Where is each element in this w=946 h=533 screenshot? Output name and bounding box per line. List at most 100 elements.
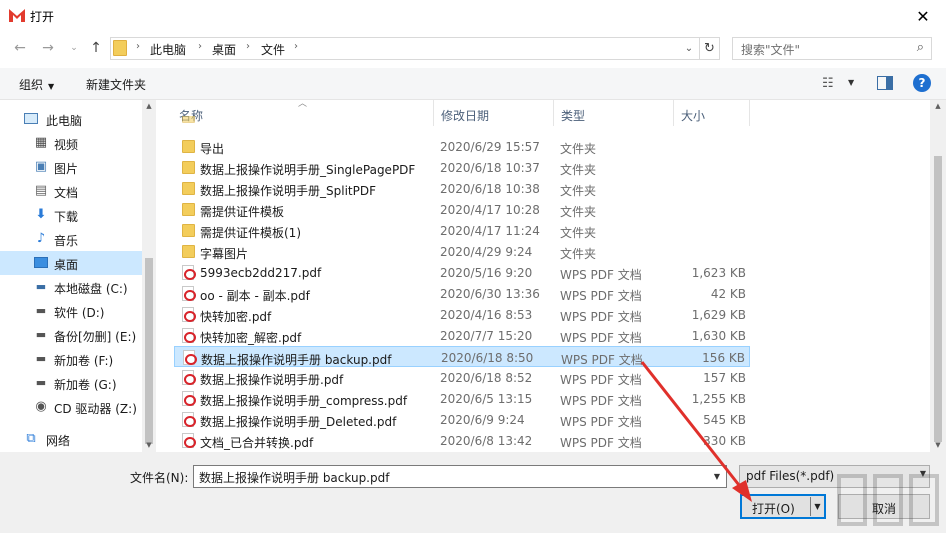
file-name: 快转加密_解密.pdf xyxy=(200,331,302,345)
file-date: 2020/4/17 11:24 xyxy=(440,224,540,238)
view-options-icon[interactable]: ☷ xyxy=(822,76,834,91)
list-item[interactable]: 导出 2020/6/29 15:57 文件夹 xyxy=(174,136,750,157)
file-type: WPS PDF 文档 xyxy=(560,436,642,450)
pdf-file-icon xyxy=(183,350,197,365)
cd-drive-icon: ◉ xyxy=(35,399,47,414)
sidebar-item-documents[interactable]: ▤ 文档 xyxy=(0,179,142,203)
sidebar-item-label: 网络 xyxy=(46,434,71,448)
list-item[interactable]: 字幕图片 2020/4/29 9:24 文件夹 xyxy=(174,241,750,262)
sidebar-item-label: 桌面 xyxy=(54,258,79,272)
recent-dropdown-icon[interactable]: ⌄ xyxy=(64,40,84,56)
preview-pane-icon[interactable] xyxy=(877,76,893,90)
file-type: 文件夹 xyxy=(560,226,597,240)
file-date: 2020/6/29 15:57 xyxy=(440,140,540,154)
sidebar-scroll-thumb[interactable] xyxy=(145,258,153,444)
file-name: 数据上报操作说明手册_Deleted.pdf xyxy=(200,415,397,429)
breadcrumb-files[interactable]: 文件 xyxy=(261,41,285,58)
sidebar-item-desktop[interactable]: 桌面 xyxy=(0,251,142,275)
filename-label: 文件名(N): xyxy=(130,471,189,485)
file-name: 数据上报操作说明手册 backup.pdf xyxy=(201,353,392,367)
organize-menu[interactable]: 组织 ▼ xyxy=(19,76,54,93)
file-list-scroll-thumb[interactable] xyxy=(934,156,942,442)
file-date: 2020/6/18 8:52 xyxy=(440,371,533,385)
scroll-down-icon[interactable]: ▼ xyxy=(142,441,156,449)
sidebar-item-music[interactable]: ♪ 音乐 xyxy=(0,227,142,251)
file-name: oo - 副本 - 副本.pdf xyxy=(200,289,310,303)
list-item[interactable]: oo - 副本 - 副本.pdf 2020/6/30 13:36 WPS PDF 文… xyxy=(174,283,750,304)
sidebar-item-label: 新加卷 (G:) xyxy=(54,378,117,392)
chevron-down-icon[interactable]: ▼ xyxy=(848,78,854,87)
watermark-logo-icon xyxy=(837,474,939,526)
sidebar-item-videos[interactable]: ▦ 视频 xyxy=(0,131,142,155)
forward-arrow-icon[interactable]: → xyxy=(38,40,58,56)
list-item[interactable]: 数据上报操作说明手册.pdf 2020/6/18 8:52 WPS PDF 文档 15… xyxy=(174,367,750,388)
scroll-up-icon[interactable]: ▲ xyxy=(931,102,945,110)
help-icon[interactable]: ? xyxy=(913,74,931,92)
list-item[interactable]: 数据上报操作说明手册_SplitPDF 2020/6/18 10:38 文件夹 xyxy=(174,178,750,199)
folder-icon xyxy=(182,224,195,237)
organize-label: 组织 xyxy=(19,78,44,92)
list-item[interactable]: 快转加密.pdf 2020/4/16 8:53 WPS PDF 文档 1,629 KB xyxy=(174,304,750,325)
sidebar-item-label: 视频 xyxy=(54,138,79,152)
file-size: 1,623 KB xyxy=(691,266,746,280)
file-list-scrollbar[interactable]: ▲ ▼ xyxy=(930,100,946,452)
list-item[interactable]: 数据上报操作说明手册_Deleted.pdf 2020/6/9 9:24 WPS P… xyxy=(174,409,750,430)
file-date: 2020/6/5 13:15 xyxy=(440,392,533,406)
list-item[interactable]: 快转加密_解密.pdf 2020/7/7 15:20 WPS PDF 文档 1,630… xyxy=(174,325,750,346)
sidebar-item-cd-drive-z[interactable]: ◉ CD 驱动器 (Z:) xyxy=(0,395,142,419)
sidebar-scrollbar[interactable]: ▲ ▼ xyxy=(142,100,156,452)
sidebar-item-drive-f[interactable]: ▬ 新加卷 (F:) xyxy=(0,347,142,371)
sidebar-item-drive-g[interactable]: ▬ 新加卷 (G:) xyxy=(0,371,142,395)
pdf-file-icon xyxy=(182,370,196,385)
file-type: 文件夹 xyxy=(560,184,597,198)
list-item[interactable]: 数据上报操作说明手册 backup.pdf 2020/6/18 8:50 WPS P… xyxy=(174,346,750,367)
close-button[interactable]: ✕ xyxy=(900,0,946,32)
folder-icon xyxy=(182,116,195,123)
list-item[interactable]: 文档_已合并转换.pdf 2020/6/8 13:42 WPS PDF 文档 330 … xyxy=(174,430,750,451)
breadcrumb-desktop[interactable]: 桌面 xyxy=(212,41,236,58)
sidebar-item-drive-e[interactable]: ▬ 备份[勿删] (E:) xyxy=(0,323,142,347)
sidebar-item-network[interactable]: ⧉ 网络 xyxy=(0,427,142,451)
scroll-down-icon[interactable]: ▼ xyxy=(931,441,945,449)
back-arrow-icon[interactable]: ← xyxy=(10,40,30,56)
refresh-icon[interactable]: ↻ xyxy=(699,38,719,59)
file-date: 2020/6/30 13:36 xyxy=(440,287,540,301)
sidebar-item-downloads[interactable]: ⬇ 下载 xyxy=(0,203,142,227)
chevron-down-icon[interactable]: ▼ xyxy=(708,466,726,487)
up-arrow-icon[interactable]: ↑ xyxy=(86,40,106,56)
list-item[interactable]: 数据上报操作说明手册_SinglePagePDF 2020/6/18 10:37 文… xyxy=(174,157,750,178)
list-item[interactable]: 5993ecb2dd217.pdf 2020/5/16 9:20 WPS PDF 文… xyxy=(174,262,750,283)
window-title: 打开 xyxy=(30,10,55,24)
file-name: 数据上报操作说明手册_compress.pdf xyxy=(200,394,408,408)
search-icon[interactable]: ⌕ xyxy=(917,40,924,55)
folder-icon xyxy=(182,203,195,216)
sidebar-item-label: CD 驱动器 (Z:) xyxy=(54,402,137,416)
search-input[interactable]: 搜索"文件" xyxy=(741,41,800,58)
download-icon: ⬇ xyxy=(35,207,47,222)
sidebar-item-pictures[interactable]: ▣ 图片 xyxy=(0,155,142,179)
drive-icon: ▬ xyxy=(35,304,47,317)
drive-icon: ▬ xyxy=(35,352,47,365)
new-folder-button[interactable]: 新建文件夹 xyxy=(86,76,146,93)
list-item[interactable]: 需提供证件模板 2020/4/17 10:28 文件夹 xyxy=(174,199,750,220)
sidebar-item-label: 音乐 xyxy=(54,234,79,248)
file-name: 导出 xyxy=(200,142,225,156)
file-size: 42 KB xyxy=(710,287,746,301)
open-button[interactable]: 打开(O) ▼ xyxy=(740,494,826,519)
sidebar-item-drive-d[interactable]: ▬ 软件 (D:) xyxy=(0,299,142,323)
navigation-pane: 此电脑 ▦ 视频 ▣ 图片 ▤ 文档 ⬇ 下载 ♪ 音乐 桌面 ▬ 本地磁盘 (… xyxy=(0,100,156,452)
address-dropdown-icon[interactable]: ⌄ xyxy=(680,38,698,59)
file-date: 2020/6/9 9:24 xyxy=(440,413,525,427)
breadcrumb-this-pc[interactable]: 此电脑 xyxy=(150,41,186,58)
file-size: 156 KB xyxy=(702,351,745,365)
open-options-dropdown-icon[interactable]: ▼ xyxy=(810,497,824,516)
scroll-up-icon[interactable]: ▲ xyxy=(142,102,156,110)
list-item-clipped xyxy=(174,116,750,126)
sidebar-item-drive-c[interactable]: ▬ 本地磁盘 (C:) xyxy=(0,275,142,299)
filename-field[interactable]: 数据上报操作说明手册 backup.pdf ▼ xyxy=(193,465,727,488)
list-item[interactable]: 数据上报操作说明手册_compress.pdf 2020/6/5 13:15 WPS… xyxy=(174,388,750,409)
search-box[interactable]: 搜索"文件" ⌕ xyxy=(732,37,932,60)
sidebar-item-this-pc[interactable]: 此电脑 xyxy=(0,107,142,131)
file-type: WPS PDF 文档 xyxy=(560,331,642,345)
list-item[interactable]: 需提供证件模板(1) 2020/4/17 11:24 文件夹 xyxy=(174,220,750,241)
